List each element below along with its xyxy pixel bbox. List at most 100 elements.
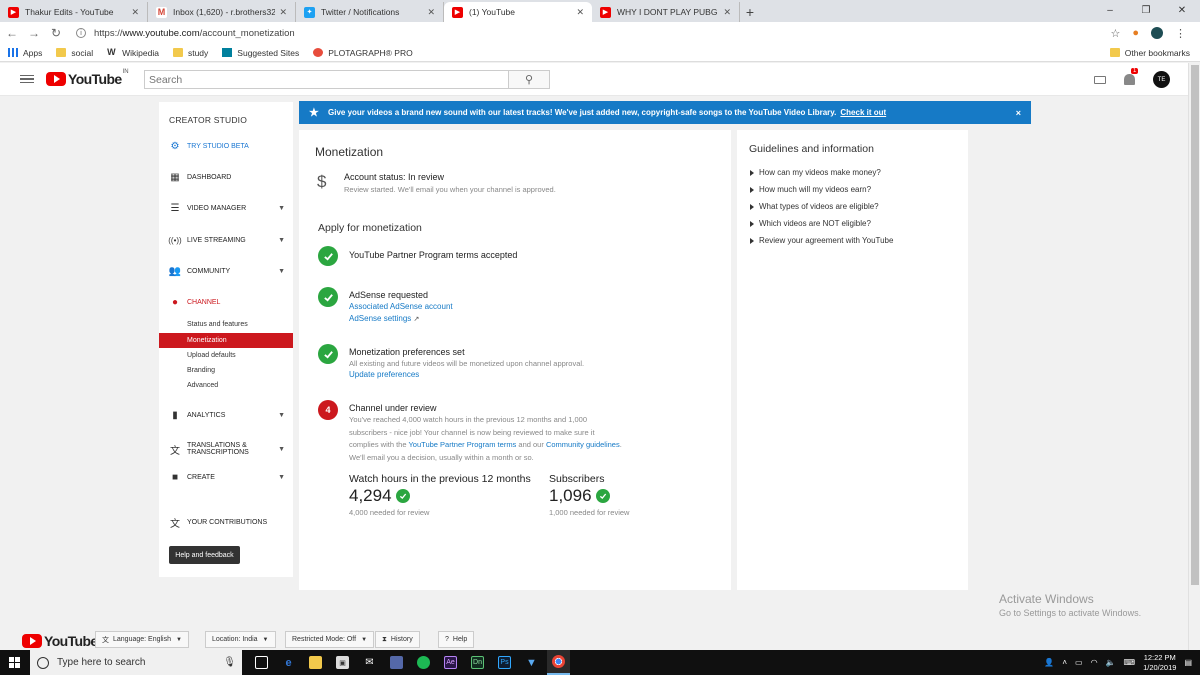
people-icon[interactable]: 👤: [1044, 658, 1054, 667]
bookmark-study[interactable]: study: [172, 48, 208, 58]
channel-subitem-advanced[interactable]: Advanced: [159, 378, 293, 393]
ypp-terms-link[interactable]: YouTube Partner Program terms: [408, 440, 516, 449]
chrome-button[interactable]: [547, 650, 570, 675]
app-button[interactable]: ▼: [520, 650, 543, 675]
sidebar-item-try-studio-beta[interactable]: ⚙ TRY STUDIO BETA: [169, 139, 289, 153]
info-icon[interactable]: i: [76, 28, 86, 38]
other-bookmarks[interactable]: Other bookmarks: [1109, 48, 1190, 58]
bookmark-wikipedia[interactable]: W Wikipedia: [107, 48, 159, 58]
account-avatar[interactable]: TE: [1153, 71, 1170, 88]
adsense-settings-link[interactable]: AdSense settings ↗: [349, 314, 419, 323]
minimize-button[interactable]: –: [1092, 0, 1128, 20]
close-icon[interactable]: ✕: [576, 7, 584, 18]
chevron-down-icon[interactable]: ▼: [278, 268, 285, 275]
search-button[interactable]: ⚲: [508, 70, 550, 89]
keyboard-language-icon[interactable]: ⌨: [1124, 658, 1136, 667]
back-button[interactable]: ←: [2, 26, 22, 40]
browser-tab[interactable]: ▶ Thakur Edits - YouTube ✕: [0, 2, 148, 22]
edge-button[interactable]: e: [277, 650, 300, 675]
taskbar-clock[interactable]: 12:22 PM 1/20/2019: [1143, 653, 1176, 673]
youtube-logo[interactable]: YouTube IN: [46, 69, 129, 87]
store-button[interactable]: ▣: [331, 650, 354, 675]
chevron-down-icon[interactable]: ▼: [278, 237, 285, 244]
browser-tab-active[interactable]: ▶ (1) YouTube ✕: [444, 2, 592, 22]
close-icon[interactable]: ✕: [427, 7, 435, 18]
sidebar-item-your-contributions[interactable]: 文 YOUR CONTRIBUTIONS: [169, 515, 289, 530]
banner-link[interactable]: Check it out: [840, 108, 886, 117]
reload-button[interactable]: ↻: [46, 26, 66, 40]
sidebar-item-channel[interactable]: ● CHANNEL: [169, 295, 289, 309]
maximize-button[interactable]: ❐: [1128, 0, 1164, 20]
task-view-button[interactable]: [250, 650, 273, 675]
guideline-item[interactable]: How can my videos make money?: [750, 168, 881, 177]
forward-button[interactable]: →: [24, 26, 44, 40]
mail-button[interactable]: ✉: [358, 650, 381, 675]
notifications-bell-icon[interactable]: 1: [1124, 68, 1139, 85]
chevron-down-icon[interactable]: ▼: [278, 474, 285, 481]
sidebar-item-create[interactable]: ■ CREATE ▼: [169, 470, 289, 484]
photoshop-button[interactable]: Ps: [493, 650, 516, 675]
show-hidden-icons[interactable]: ˄: [1062, 658, 1067, 667]
restricted-mode-select[interactable]: Restricted Mode: Off ▼: [285, 631, 375, 648]
channel-subitem-status[interactable]: Status and features: [159, 317, 293, 332]
sidebar-item-video-manager[interactable]: ☰ VIDEO MANAGER ▼: [169, 201, 289, 215]
extension-icon[interactable]: ●: [1132, 27, 1139, 39]
sidebar-item-community[interactable]: 👥 COMMUNITY ▼: [169, 264, 289, 278]
channel-subitem-monetization[interactable]: Monetization: [159, 333, 293, 348]
close-icon[interactable]: ✕: [723, 7, 731, 18]
community-guidelines-link[interactable]: Community guidelines: [546, 440, 620, 449]
menu-icon[interactable]: [20, 74, 34, 84]
app-button[interactable]: [385, 650, 408, 675]
chevron-down-icon[interactable]: ▼: [278, 446, 285, 453]
channel-subitem-upload-defaults[interactable]: Upload defaults: [159, 348, 293, 363]
browser-tab[interactable]: ▶ WHY I DONT PLAY PUBG MOBILE ✕: [592, 2, 740, 22]
scrollbar-thumb[interactable]: [1191, 65, 1199, 585]
guideline-item[interactable]: Which videos are NOT eligible?: [750, 219, 871, 228]
close-icon[interactable]: ✕: [131, 7, 139, 18]
sidebar-item-live-streaming[interactable]: ((•)) LIVE STREAMING ▼: [168, 233, 289, 247]
bookmark-apps[interactable]: Apps: [8, 48, 42, 58]
volume-icon[interactable]: 🔈: [1106, 658, 1116, 667]
history-button[interactable]: ⧗ History: [375, 631, 420, 648]
action-center-icon[interactable]: ▤: [1184, 658, 1192, 667]
new-tab-button[interactable]: +: [740, 2, 760, 22]
taskbar-search[interactable]: Type here to search 🎙: [30, 650, 242, 675]
help-and-feedback-button[interactable]: Help and feedback: [169, 546, 240, 564]
bookmark-plotagraph[interactable]: PLOTAGRAPH® PRO: [313, 48, 413, 58]
update-preferences-link[interactable]: Update preferences: [349, 370, 419, 379]
url-field[interactable]: i https://www.youtube.com/account_moneti…: [76, 24, 1110, 42]
windows-start-button[interactable]: [0, 657, 28, 668]
channel-subitem-branding[interactable]: Branding: [159, 363, 293, 378]
file-explorer-button[interactable]: [304, 650, 327, 675]
dimension-button[interactable]: Dn: [466, 650, 489, 675]
sidebar-item-translations[interactable]: 文 TRANSLATIONS & TRANSCRIPTIONS ▼: [169, 439, 289, 459]
more-menu-icon[interactable]: ⋮: [1175, 27, 1186, 40]
after-effects-button[interactable]: Ae: [439, 650, 462, 675]
network-icon[interactable]: ▭: [1075, 658, 1083, 667]
page-scrollbar[interactable]: [1188, 63, 1200, 650]
search-input[interactable]: [144, 70, 509, 89]
sidebar-item-analytics[interactable]: ▮ ANALYTICS ▼: [169, 408, 289, 422]
location-select[interactable]: Location: India ▼: [205, 631, 276, 648]
language-select[interactable]: 文 Language: English ▼: [95, 631, 189, 648]
chevron-down-icon[interactable]: ▼: [278, 205, 285, 212]
browser-tab[interactable]: M Inbox (1,620) - r.brothers321@gm ✕: [148, 2, 296, 22]
footer-youtube-logo[interactable]: YouTube: [22, 633, 98, 649]
chevron-down-icon[interactable]: ▼: [278, 412, 285, 419]
profile-avatar[interactable]: [1151, 27, 1163, 39]
close-icon[interactable]: ✕: [279, 7, 287, 18]
help-button[interactable]: ? Help: [438, 631, 475, 648]
guideline-item[interactable]: What types of videos are eligible?: [750, 202, 879, 211]
associated-adsense-link[interactable]: Associated AdSense account: [349, 302, 453, 311]
bookmark-social[interactable]: social: [56, 48, 93, 58]
guideline-item[interactable]: Review your agreement with YouTube: [750, 236, 893, 245]
bookmark-suggested-sites[interactable]: Suggested Sites: [222, 48, 299, 58]
close-window-button[interactable]: ✕: [1164, 0, 1200, 20]
bookmark-star-icon[interactable]: ☆: [1110, 27, 1120, 40]
close-icon[interactable]: ×: [1016, 108, 1021, 118]
wifi-icon[interactable]: ◠: [1091, 658, 1098, 667]
sidebar-item-dashboard[interactable]: ▦ DASHBOARD: [169, 170, 289, 184]
spotify-button[interactable]: [412, 650, 435, 675]
browser-tab[interactable]: ✦ Twitter / Notifications ✕: [296, 2, 444, 22]
upload-video-icon[interactable]: [1094, 75, 1106, 84]
